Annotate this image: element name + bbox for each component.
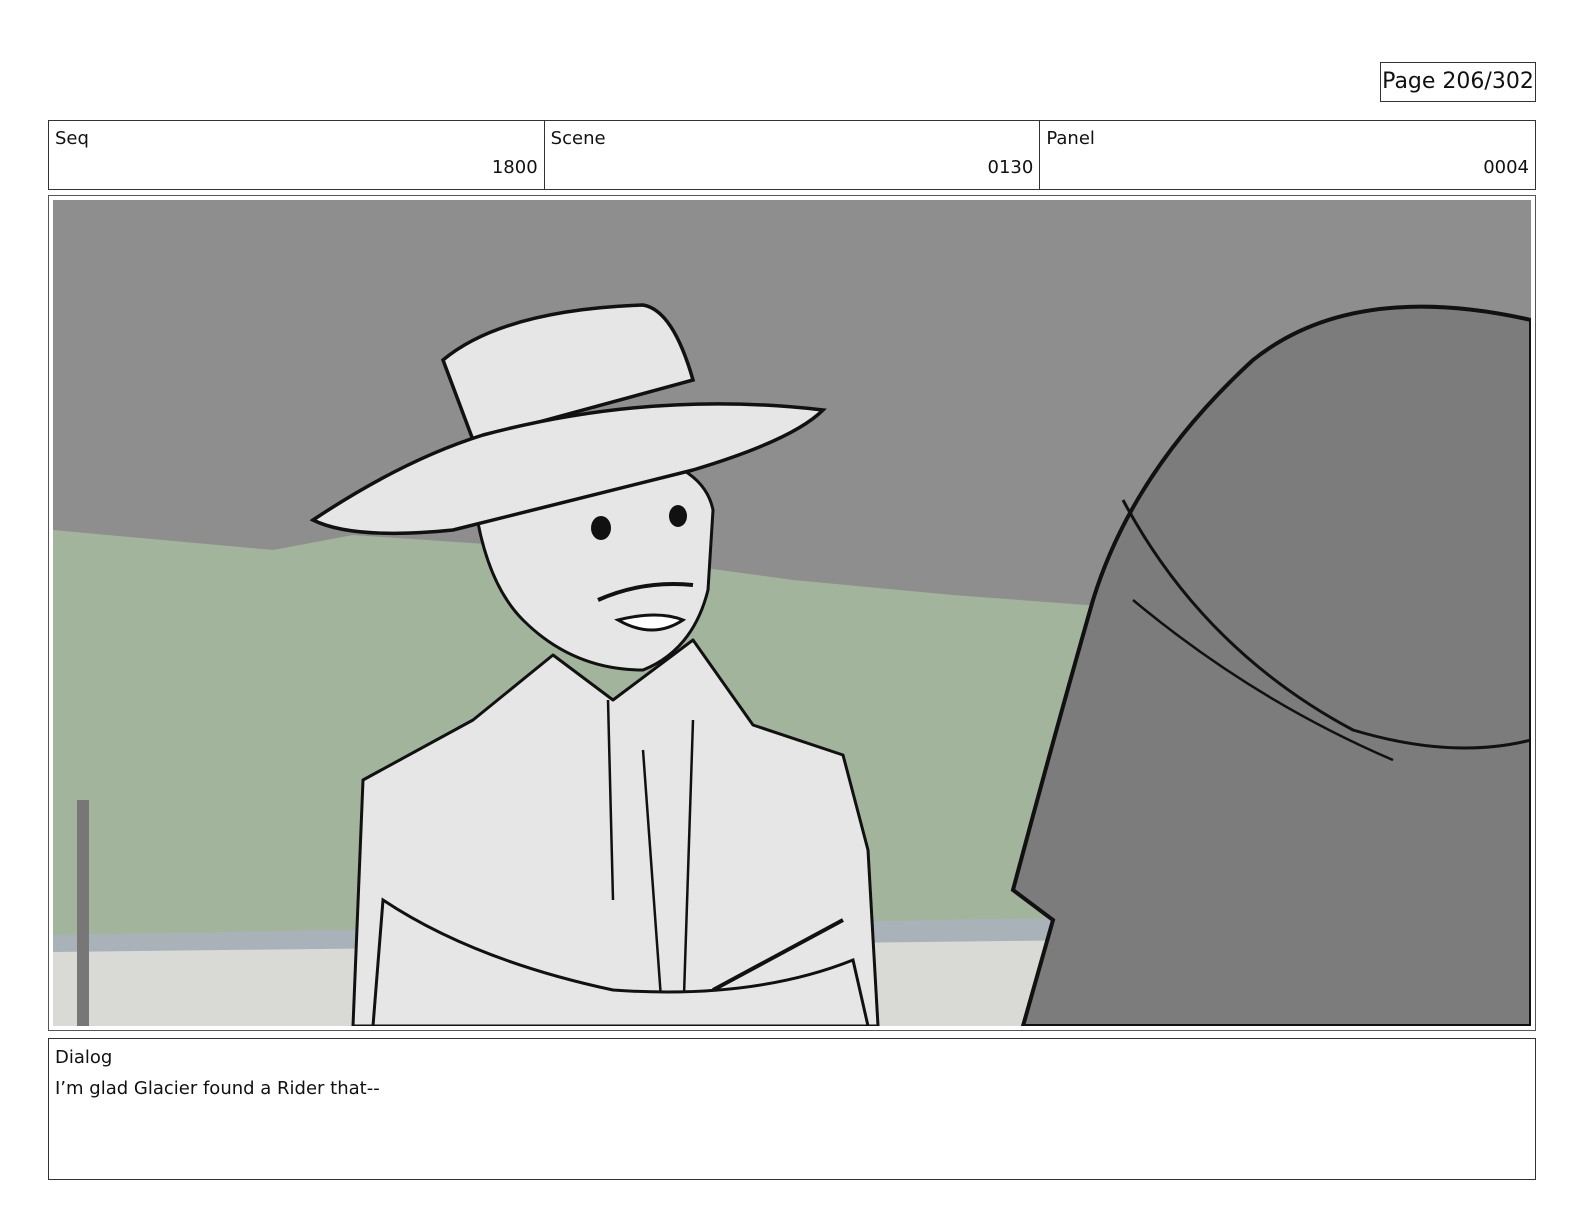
scene-cell: Scene 0130 xyxy=(545,121,1041,189)
seq-cell: Seq 1800 xyxy=(49,121,545,189)
storyboard-drawing xyxy=(53,200,1531,1026)
panel-label: Panel xyxy=(1046,128,1095,149)
scene-label: Scene xyxy=(550,128,606,149)
seq-value: 1800 xyxy=(491,157,538,178)
seq-label: Seq xyxy=(55,128,89,149)
dialog-label: Dialog xyxy=(55,1047,113,1068)
page-number: Page 206/302 xyxy=(1380,62,1536,102)
right-eye xyxy=(669,505,687,527)
panel-value: 0004 xyxy=(1483,157,1530,178)
dialog-box: Dialog I’m glad Glacier found a Rider th… xyxy=(48,1038,1536,1180)
storyboard-header: Seq 1800 Scene 0130 Panel 0004 xyxy=(48,120,1536,190)
dialog-text: I’m glad Glacier found a Rider that-- xyxy=(55,1078,380,1099)
fence-post xyxy=(77,800,89,1026)
panel-cell: Panel 0004 xyxy=(1040,121,1535,189)
left-eye xyxy=(591,516,611,540)
storyboard-frame xyxy=(48,195,1536,1031)
scene-value: 0130 xyxy=(987,157,1034,178)
